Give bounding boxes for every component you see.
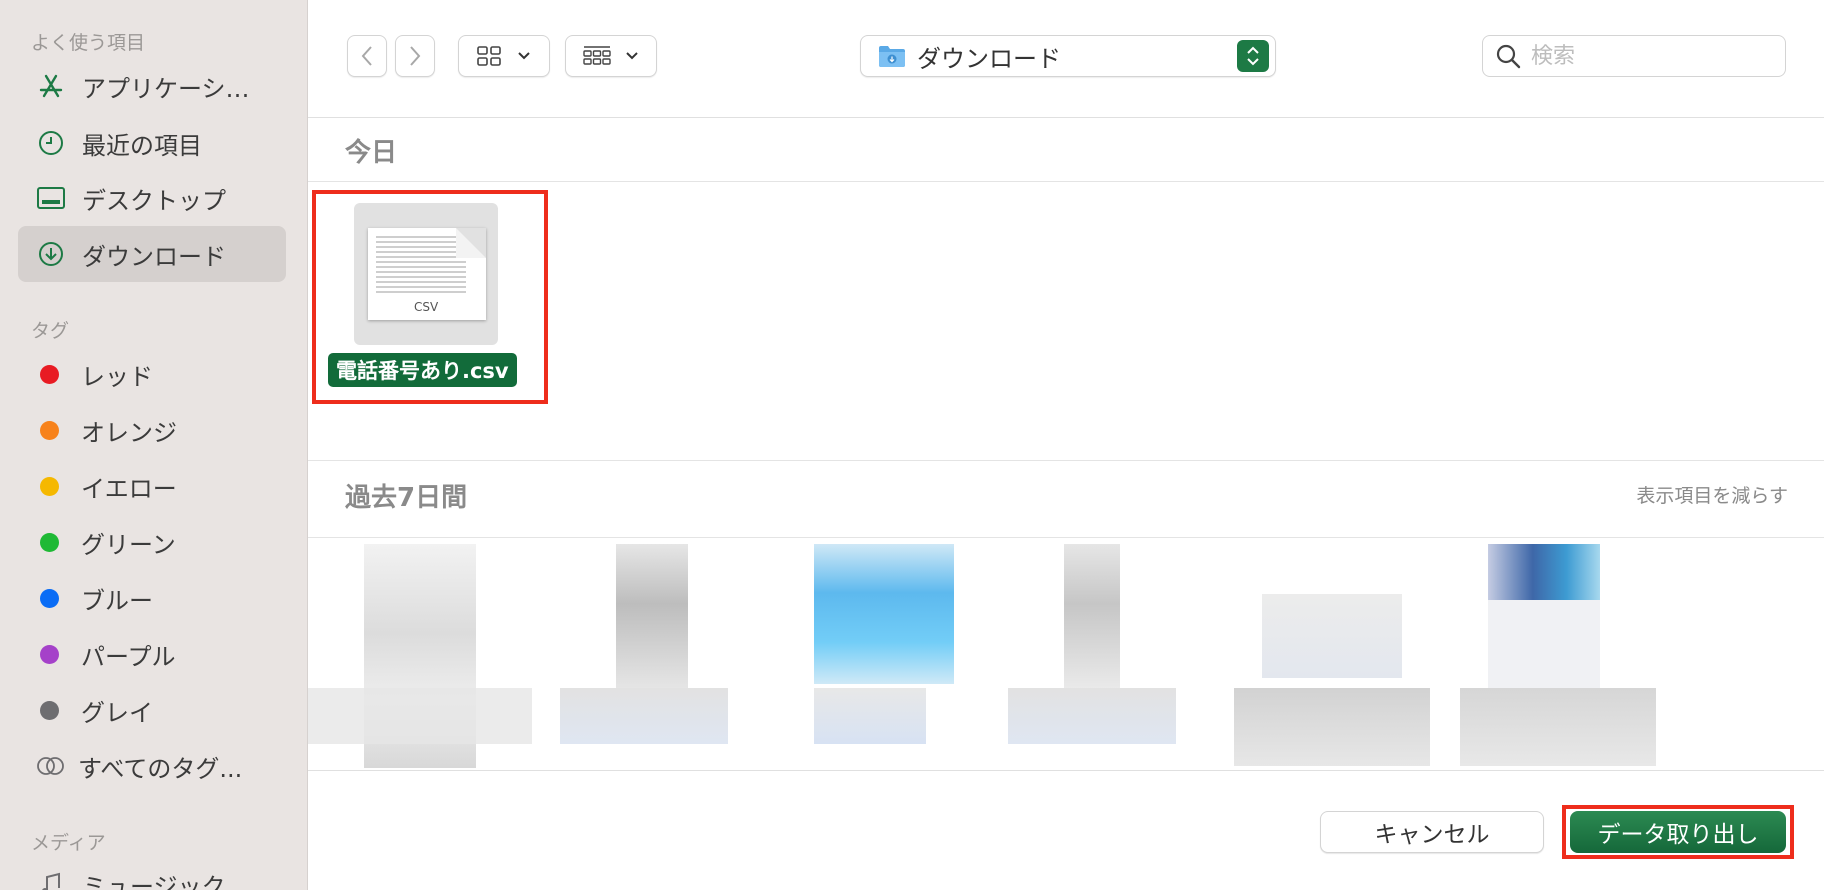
blurred-file-name <box>560 688 728 744</box>
favorites-section-title: よく使う項目 <box>31 32 146 54</box>
downloads-folder-icon <box>879 46 905 67</box>
show-less-link[interactable]: 表示項目を減らす <box>1636 481 1788 508</box>
tag-label: グレイ <box>81 698 153 727</box>
blurred-folder-item[interactable] <box>814 544 954 684</box>
sidebar-item-label: デスクトップ <box>82 186 226 215</box>
location-stepper[interactable] <box>1237 40 1269 72</box>
group-header-today: 今日 <box>308 118 1824 182</box>
blurred-file-name <box>1460 688 1656 766</box>
blurred-file-name <box>1234 688 1430 766</box>
tag-color-dot <box>40 644 59 664</box>
view-mode-button[interactable] <box>458 35 550 77</box>
sidebar-all-tags[interactable]: すべてのタグ... <box>18 738 286 794</box>
forward-button[interactable] <box>395 35 435 77</box>
blurred-image-item[interactable] <box>1488 544 1600 600</box>
sidebar-tag-blue[interactable]: ブルー <box>18 570 286 626</box>
csv-file-icon: CSV <box>368 228 486 320</box>
blurred-image-item <box>1488 600 1600 688</box>
up-down-chevron-icon <box>1247 46 1259 66</box>
tag-label: オレンジ <box>81 418 177 447</box>
sidebar-item-recents[interactable]: 最近の項目 <box>18 115 286 171</box>
group-by-button[interactable] <box>565 35 657 77</box>
sidebar-item-applications[interactable]: アプリケーシ… <box>18 58 286 114</box>
tag-label: ブルー <box>81 586 153 615</box>
download-icon <box>36 239 66 269</box>
chevron-right-icon <box>410 46 421 66</box>
all-tags-icon <box>36 751 66 781</box>
location-label: ダウンロード <box>917 44 1061 73</box>
blurred-file-name <box>308 688 532 744</box>
sidebar-item-label: 最近の項目 <box>82 131 202 160</box>
chevron-left-icon <box>361 46 372 66</box>
group-title: 過去7日間 <box>345 483 468 513</box>
icon-view-icon <box>477 46 501 66</box>
sidebar-tag-gray[interactable]: グレイ <box>18 682 286 738</box>
tag-color-dot <box>40 420 59 440</box>
blurred-file-item[interactable] <box>1262 594 1402 678</box>
tag-label: イエロー <box>81 474 177 503</box>
group-title: 今日 <box>345 138 398 168</box>
blurred-file-item[interactable] <box>1064 544 1120 694</box>
tags-section-title: タグ <box>31 320 70 342</box>
file-name-label[interactable]: 電話番号あり.csv <box>328 353 517 387</box>
tag-label: レッド <box>81 362 153 391</box>
media-section-title: メディア <box>31 832 106 854</box>
desktop-icon <box>36 183 66 213</box>
tag-label: すべてのタグ... <box>78 754 243 783</box>
extract-data-button[interactable]: データ取り出し <box>1570 811 1786 853</box>
applications-icon <box>36 71 66 101</box>
file-open-dialog: よく使う項目 アプリケーシ… 最近の項目 デスクトップ ダウンロード タグ レッ… <box>0 0 1824 890</box>
sidebar-tag-red[interactable]: レッド <box>18 346 286 402</box>
sidebar-tag-orange[interactable]: オレンジ <box>18 402 286 458</box>
sidebar: よく使う項目 アプリケーシ… 最近の項目 デスクトップ ダウンロード タグ レッ… <box>0 0 308 890</box>
sidebar-item-label: アプリケーシ… <box>82 74 250 103</box>
group-view-icon <box>583 46 611 65</box>
sidebar-item-label: ミュージック <box>82 872 226 890</box>
blurred-file-thumbnails <box>308 538 1824 770</box>
sidebar-item-downloads[interactable]: ダウンロード <box>18 226 286 282</box>
search-input[interactable] <box>1531 43 1761 69</box>
file-item[interactable]: CSV 電話番号あり.csv <box>312 190 548 404</box>
tag-label: パープル <box>81 642 176 671</box>
group-header-past-7-days: 過去7日間 表示項目を減らす <box>308 460 1824 538</box>
cancel-button[interactable]: キャンセル <box>1320 811 1544 853</box>
tag-color-dot <box>40 700 59 720</box>
chevron-down-icon <box>518 52 530 60</box>
tag-color-dot <box>40 588 59 608</box>
music-icon <box>36 869 66 890</box>
sidebar-item-desktop[interactable]: デスクトップ <box>18 170 286 226</box>
blurred-file-name <box>1008 688 1176 744</box>
tag-label: グリーン <box>81 530 176 559</box>
tag-color-dot <box>40 476 59 496</box>
search-field[interactable] <box>1482 35 1786 77</box>
blurred-file-item[interactable] <box>616 544 688 694</box>
clock-icon <box>36 128 66 158</box>
tag-color-dot <box>40 364 59 384</box>
search-icon <box>1496 44 1521 69</box>
sidebar-item-music[interactable]: ミュージック <box>18 856 286 890</box>
chevron-down-icon <box>626 52 638 60</box>
back-button[interactable] <box>347 35 387 77</box>
confirm-button-highlight: データ取り出し <box>1562 805 1794 859</box>
sidebar-tag-yellow[interactable]: イエロー <box>18 458 286 514</box>
toolbar: ダウンロード <box>308 0 1824 118</box>
sidebar-item-label: ダウンロード <box>82 242 226 271</box>
sidebar-tag-green[interactable]: グリーン <box>18 514 286 570</box>
file-extension-label: CSV <box>414 300 439 314</box>
dialog-footer: キャンセル データ取り出し <box>308 770 1824 890</box>
tag-color-dot <box>40 532 59 552</box>
location-popup[interactable]: ダウンロード <box>860 35 1276 77</box>
sidebar-tag-purple[interactable]: パープル <box>18 626 286 682</box>
blurred-file-name <box>814 688 926 744</box>
